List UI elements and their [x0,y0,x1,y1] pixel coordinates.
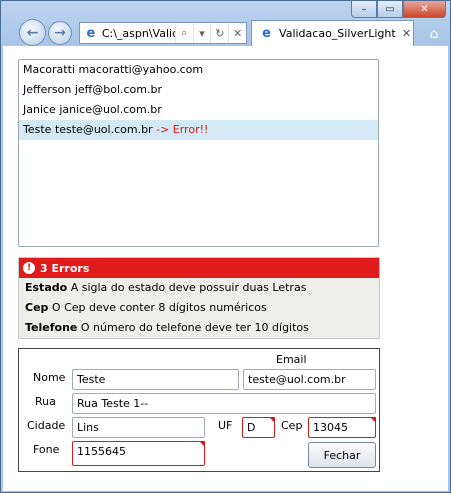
stop-icon[interactable]: ✕ [228,23,246,43]
uf-field[interactable]: D [242,417,275,438]
item-email: jeff@bol.com.br [74,83,162,96]
arrow-right-icon: → [54,25,66,41]
tab-title: Validacao_SilverLight [279,27,396,40]
nome-field[interactable]: Teste [72,369,239,390]
address-text[interactable]: C:\_aspn\Validac [102,27,175,40]
error-row[interactable]: Telefone O número do telefone deve ter 1… [19,318,379,338]
item-error: -> Error!! [156,123,209,136]
email-label: Email [276,353,307,366]
refresh-icon[interactable]: ↻ [210,23,228,43]
list-item[interactable]: Macoratti macoratti@yahoo.com [19,60,378,80]
item-name: Macoratti [23,63,75,76]
forward-button[interactable]: → [48,21,72,45]
item-email: teste@uol.com.br [54,123,153,136]
tab-validacao[interactable]: e Validacao_SilverLight ✕ [251,20,414,46]
error-row[interactable]: Cep O Cep deve conter 8 dígitos numérico… [19,298,379,318]
validation-summary-header: ! 3 Errors [19,258,379,278]
email-field[interactable]: teste@uol.com.br [243,369,376,390]
search-icon[interactable]: ⌕ [174,23,193,43]
nome-label: Nome [33,371,66,384]
ie-tab-icon: e [262,26,271,41]
caption-buttons: – ▭ ✕ [351,1,446,18]
list-item[interactable]: Janice janice@uol.com.br [19,100,378,120]
item-email: macoratti@yahoo.com [78,63,204,76]
rua-label: Rua [35,395,56,408]
item-name: Teste [23,123,52,136]
validation-summary: ! 3 Errors Estado A sigla do estado deve… [18,257,380,339]
rua-field[interactable]: Rua Teste 1-- [72,393,376,414]
error-field: Telefone [25,321,78,334]
tab-close-icon[interactable]: ✕ [400,27,413,40]
error-field: Estado [25,281,68,294]
error-field: Cep [25,301,49,314]
arrow-left-icon: ← [26,24,39,41]
ie-icon: e [86,25,96,41]
page-content: Macoratti macoratti@yahoo.com Jefferson … [3,46,448,491]
close-window-button[interactable]: ✕ [403,1,446,18]
fone-label: Fone [33,443,60,456]
list-item[interactable]: Jefferson jeff@bol.com.br [19,80,378,100]
error-message: O Cep deve conter 8 dígitos numéricos [51,301,267,314]
item-email: janice@uol.com.br [59,103,162,116]
cep-field[interactable]: 13045 [308,417,376,438]
list-item-selected[interactable]: Teste teste@uol.com.br -> Error!! [19,120,378,140]
cep-label: Cep [281,419,303,432]
cidade-field[interactable]: Lins [72,417,205,438]
item-name: Janice [23,103,56,116]
fone-field[interactable]: 1155645 [72,441,205,466]
uf-label: UF [218,419,233,432]
address-bar[interactable]: e C:\_aspn\Validac ⌕ ▾ ↻ ✕ [79,22,247,44]
errors-count: 3 Errors [40,261,90,275]
error-message: O número do telefone deve ter 10 dígitos [80,321,309,334]
error-row[interactable]: Estado A sigla do estado deve possuir du… [19,278,379,298]
contacts-list[interactable]: Macoratti macoratti@yahoo.com Jefferson … [18,59,379,247]
fechar-button[interactable]: Fechar [308,442,376,468]
contact-form: Email Nome Teste teste@uol.com.br Rua Ru… [18,348,380,472]
dropdown-icon[interactable]: ▾ [192,23,211,43]
cidade-label: Cidade [27,419,66,432]
minimize-button[interactable]: – [351,1,377,18]
maximize-button[interactable]: ▭ [377,1,403,18]
error-icon: ! [23,262,35,274]
home-icon[interactable]: ⌂ [425,25,443,43]
back-button[interactable]: ← [19,19,46,46]
error-message: A sigla do estado deve possuir duas Letr… [70,281,307,294]
item-name: Jefferson [23,83,72,96]
browser-window: – ▭ ✕ ← → e C:\_aspn\Validac ⌕ ▾ ↻ ✕ e V… [0,0,451,493]
